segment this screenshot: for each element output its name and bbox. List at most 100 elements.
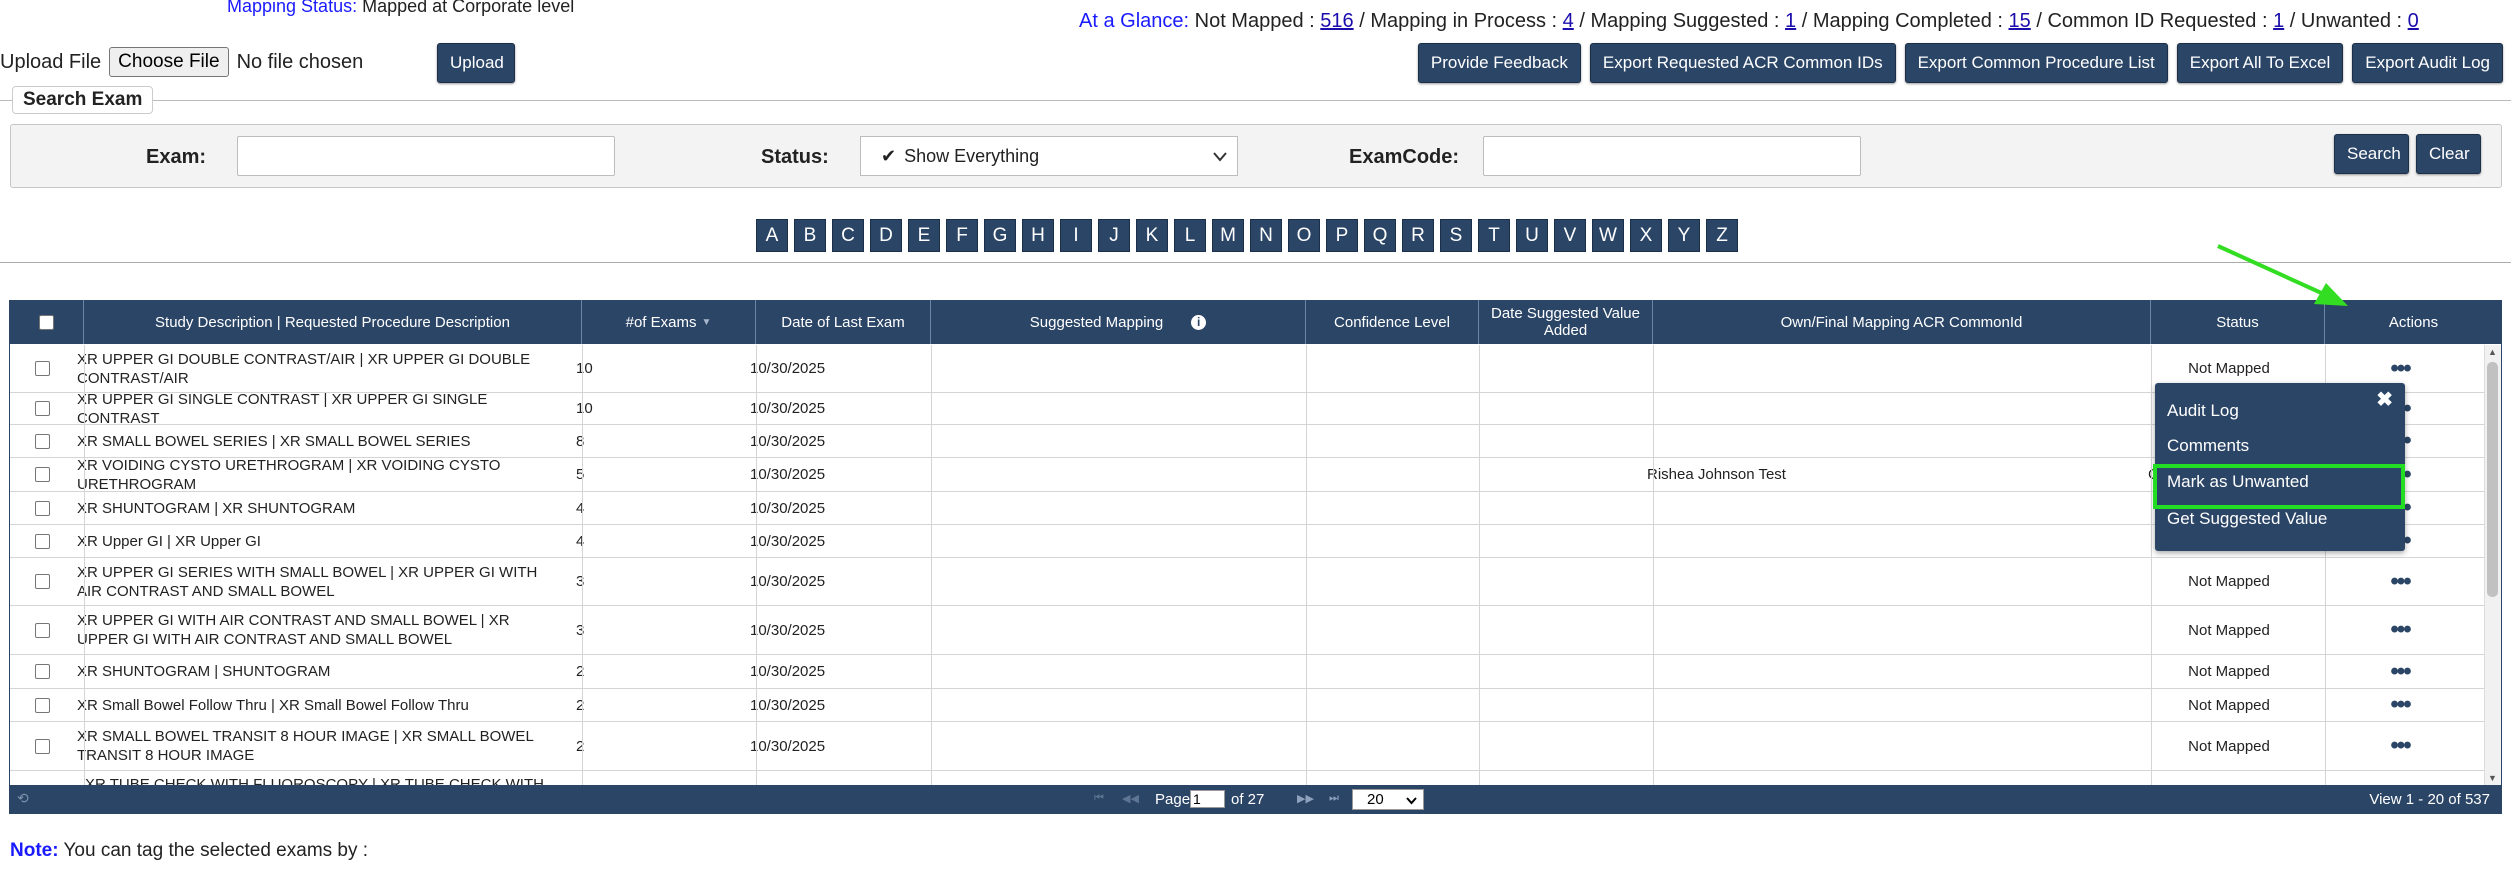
col-date-last-exam[interactable]: Date of Last Exam (756, 300, 931, 344)
column-divider (756, 345, 757, 785)
row-checkbox[interactable] (35, 467, 50, 482)
table-row[interactable]: XR UPPER GI SERIES WITH SMALL BOWEL | XR… (10, 558, 2484, 606)
letter-filter-i[interactable]: I (1060, 219, 1092, 252)
prev-page-icon[interactable]: ◀◀ (1122, 792, 1139, 805)
select-all-checkbox[interactable] (38, 314, 54, 330)
info-icon[interactable]: i (1191, 314, 1207, 330)
row-checkbox[interactable] (35, 500, 50, 516)
completed-count-link[interactable]: 15 (2009, 10, 2031, 32)
letter-filter-b[interactable]: B (794, 219, 826, 252)
letter-filter-u[interactable]: U (1516, 219, 1548, 252)
date-suggested-cell (1470, 458, 1644, 491)
unwanted-count-link[interactable]: 0 (2408, 10, 2419, 32)
rows-per-page-value: 20 (1367, 791, 1384, 808)
col-study-description[interactable]: Study Description | Requested Procedure … (84, 300, 582, 344)
letter-filter-h[interactable]: H (1022, 219, 1054, 252)
letter-filter-v[interactable]: V (1554, 219, 1586, 252)
table-row[interactable]: XR UPPER GI WITH AIR CONTRAST AND SMALL … (10, 606, 2484, 655)
row-checkbox[interactable] (35, 533, 50, 549)
letter-filter-q[interactable]: Q (1364, 219, 1396, 252)
row-checkbox[interactable] (35, 622, 50, 638)
letter-filter-c[interactable]: C (832, 219, 864, 252)
letter-filter-r[interactable]: R (1402, 219, 1434, 252)
letter-filter-x[interactable]: X (1630, 219, 1662, 252)
next-page-icon[interactable]: ▶▶ (1297, 792, 1314, 805)
col-date-suggested[interactable]: Date Suggested Value Added (1479, 300, 1653, 344)
menu-get-suggested-value[interactable]: Get Suggested Value (2167, 509, 2327, 529)
letter-filter-a[interactable]: A (756, 219, 788, 252)
more-actions-icon[interactable]: ••• (2390, 618, 2411, 642)
last-exam-date-cell: 10/30/2025 (750, 432, 826, 450)
exam-input[interactable] (237, 136, 615, 176)
table-row[interactable]: XR UPPER GI DOUBLE CONTRAST/AIR | XR UPP… (10, 345, 2484, 393)
rows-per-page-select[interactable]: 20 (1352, 789, 1424, 810)
row-checkbox[interactable] (35, 738, 50, 754)
page-number-input[interactable]: 1 (1190, 790, 1225, 808)
table-row[interactable]: XR SHUNTOGRAM | XR SHUNTOGRAM 4 10/30/2025… (10, 492, 2484, 525)
letter-filter-k[interactable]: K (1136, 219, 1168, 252)
menu-comments[interactable]: Comments (2167, 436, 2249, 456)
common-id-count-link[interactable]: 1 (2273, 10, 2284, 32)
not-mapped-count-link[interactable]: 516 (1320, 10, 1353, 32)
more-actions-icon[interactable]: ••• (2390, 569, 2411, 593)
letter-filter-m[interactable]: M (1212, 219, 1244, 252)
table-row[interactable]: XR SMALL BOWEL TRANSIT 8 HOUR IMAGE | XR… (10, 722, 2484, 771)
search-button[interactable]: Search (2334, 134, 2409, 174)
col-final-mapping[interactable]: Own/Final Mapping ACR CommonId (1653, 300, 2151, 344)
export-common-procedure-list-button[interactable]: Export Common Procedure List (1904, 43, 2168, 83)
letter-filter-z[interactable]: Z (1706, 219, 1738, 252)
close-icon[interactable]: ✖ (2376, 387, 2393, 412)
row-checkbox[interactable] (35, 401, 50, 416)
letter-filter-s[interactable]: S (1440, 219, 1472, 252)
row-checkbox[interactable] (35, 433, 50, 449)
last-page-icon[interactable]: ⏭ (1329, 792, 1339, 805)
row-checkbox[interactable] (35, 697, 50, 713)
exam-count-cell: 2 (576, 663, 585, 680)
provide-feedback-button[interactable]: Provide Feedback (1417, 43, 1581, 83)
table-row[interactable]: XR SMALL BOWEL SERIES | XR SMALL BOWEL S… (10, 425, 2484, 458)
refresh-icon[interactable]: ⟲ (17, 790, 29, 807)
scroll-down-arrow[interactable]: ▼ (2488, 773, 2497, 783)
scroll-up-arrow[interactable]: ▲ (2488, 347, 2497, 357)
row-checkbox[interactable] (35, 361, 50, 376)
letter-filter-e[interactable]: E (908, 219, 940, 252)
letter-filter-p[interactable]: P (1326, 219, 1358, 252)
letter-filter-y[interactable]: Y (1668, 219, 1700, 252)
letter-filter-f[interactable]: F (946, 219, 978, 252)
suggested-count-link[interactable]: 1 (1785, 10, 1796, 32)
table-row[interactable]: XR SHUNTOGRAM | SHUNTOGRAM 2 10/30/2025 Not… (10, 655, 2484, 689)
col-confidence-level[interactable]: Confidence Level (1306, 300, 1479, 344)
letter-filter-t[interactable]: T (1478, 219, 1510, 252)
letter-filter-d[interactable]: D (870, 219, 902, 252)
letter-filter-o[interactable]: O (1288, 219, 1320, 252)
table-row[interactable]: XR Upper GI | XR Upper GI410/30/2025••• (10, 525, 2484, 558)
more-actions-icon[interactable]: ••• (2390, 734, 2411, 758)
letter-filter-n[interactable]: N (1250, 219, 1282, 252)
col-number-of-exams[interactable]: #of Exams ▼ (582, 300, 756, 344)
clear-button[interactable]: Clear (2416, 134, 2481, 174)
more-actions-icon[interactable]: ••• (2390, 693, 2411, 717)
table-row[interactable]: XR VOIDING CYSTO URETHROGRAM | XR VOIDIN… (10, 457, 2484, 493)
export-all-to-excel-button[interactable]: Export All To Excel (2176, 43, 2344, 83)
status-select[interactable]: ✔ Show Everything (860, 136, 1238, 176)
choose-file-button[interactable]: Choose File (109, 47, 229, 77)
table-row[interactable]: XR UPPER GI SINGLE CONTRAST | XR UPPER G… (10, 391, 2484, 427)
upload-button[interactable]: Upload (437, 43, 515, 83)
first-page-icon[interactable]: ⏮ (1094, 792, 1104, 805)
export-acr-common-ids-button[interactable]: Export Requested ACR Common IDs (1589, 43, 1896, 83)
row-checkbox[interactable] (35, 664, 50, 679)
menu-audit-log[interactable]: Audit Log (2167, 401, 2239, 421)
row-checkbox[interactable] (35, 574, 50, 589)
letter-filter-g[interactable]: G (984, 219, 1016, 252)
in-process-count-link[interactable]: 4 (1563, 10, 1574, 32)
more-actions-icon[interactable]: ••• (2390, 659, 2411, 683)
more-actions-icon[interactable]: ••• (2390, 356, 2411, 380)
export-audit-log-button[interactable]: Export Audit Log (2352, 43, 2503, 83)
col-suggested-mapping[interactable]: Suggested Mapping i (931, 300, 1306, 344)
letter-filter-w[interactable]: W (1592, 219, 1624, 252)
letter-filter-l[interactable]: L (1174, 219, 1206, 252)
letter-filter-j[interactable]: J (1098, 219, 1130, 252)
scroll-thumb[interactable] (2487, 362, 2498, 597)
table-row[interactable]: XR Small Bowel Follow Thru | XR Small Bo… (10, 689, 2484, 722)
examcode-input[interactable] (1483, 136, 1861, 176)
